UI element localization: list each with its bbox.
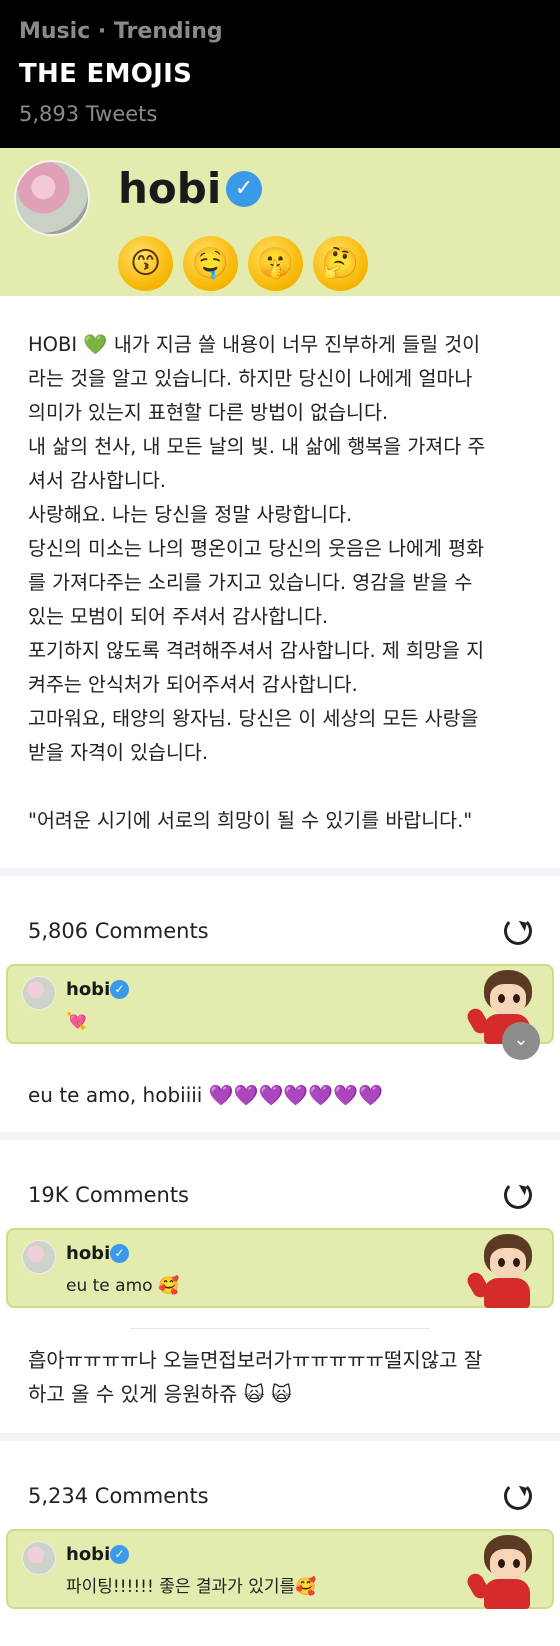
trend-title[interactable]: THE EMOJIS: [19, 58, 541, 90]
comments-header: 5,806 Comments: [0, 898, 560, 964]
refresh-icon[interactable]: [504, 917, 532, 945]
reply-card[interactable]: hobi ✓ 💘 ⌄: [6, 964, 554, 1060]
verified-badge-icon: ✓: [110, 1545, 129, 1564]
tweet-count: 5,893 Tweets: [19, 102, 158, 126]
divider: [0, 1132, 560, 1140]
shushing-face-icon: 🤫: [248, 236, 303, 291]
comments-count[interactable]: 5,806 Comments: [28, 919, 209, 943]
reply-author[interactable]: hobi: [66, 1242, 110, 1266]
thinking-face-icon: 🤔: [313, 236, 368, 291]
character-sticker-icon: [464, 1535, 542, 1609]
avatar[interactable]: [22, 976, 56, 1010]
reply-text: eu te amo 🥰: [66, 1276, 180, 1296]
avatar[interactable]: [14, 160, 90, 236]
reply-text: 파이팅!!!!!! 좋은 결과가 있기를🥰: [66, 1577, 317, 1597]
trend-header: Music · Trending THE EMOJIS 5,893 Tweets: [0, 0, 560, 148]
reply-author[interactable]: hobi: [66, 978, 110, 1002]
verified-badge-icon: ✓: [226, 171, 262, 207]
comments-header: 5,234 Comments: [0, 1463, 560, 1529]
reply-card[interactable]: hobi ✓ 파이팅!!!!!! 좋은 결과가 있기를🥰: [6, 1529, 554, 1609]
verified-badge-icon: ✓: [110, 1244, 129, 1263]
drooling-face-icon: 🤤: [183, 236, 238, 291]
refresh-icon[interactable]: [504, 1181, 532, 1209]
avatar[interactable]: [22, 1240, 56, 1274]
avatar[interactable]: [22, 1541, 56, 1575]
comments-header: 19K Comments: [0, 1162, 560, 1228]
divider: [0, 868, 560, 876]
comments-count[interactable]: 19K Comments: [28, 1183, 189, 1207]
trend-category: Music · Trending: [19, 19, 223, 44]
reply-card[interactable]: hobi ✓ eu te amo 🥰: [6, 1228, 554, 1308]
reply-text: 💘: [66, 1012, 88, 1032]
kissing-face-icon: 😙: [118, 236, 173, 291]
character-sticker-icon: [464, 1234, 542, 1308]
scroll-down-button[interactable]: ⌄: [502, 1022, 540, 1060]
divider: [0, 1433, 560, 1441]
profile-name[interactable]: hobi: [118, 164, 221, 214]
post-body: HOBI 💚 내가 지금 쓸 내용이 너무 진부하게 들릴 것이 라는 것을 알…: [28, 333, 486, 832]
reply-author[interactable]: hobi: [66, 1543, 110, 1567]
comment-text: eu te amo, hobiiii 💜💜💜💜💜💜💜: [28, 1083, 384, 1107]
profile-banner: hobi ✓ 😙 🤤 🤫 🤔: [0, 148, 560, 296]
refresh-icon[interactable]: [504, 1482, 532, 1510]
comment-text: 흡아ㅠㅠㅠㅠ나 오늘면접보러가ㅠㅠㅠㅠㅠ떨지않고 잘 하고 올 수 있게 응원하…: [28, 1348, 483, 1406]
emoji-row: 😙 🤤 🤫 🤔: [118, 236, 368, 291]
comments-count[interactable]: 5,234 Comments: [28, 1484, 209, 1508]
verified-badge-icon: ✓: [110, 980, 129, 999]
